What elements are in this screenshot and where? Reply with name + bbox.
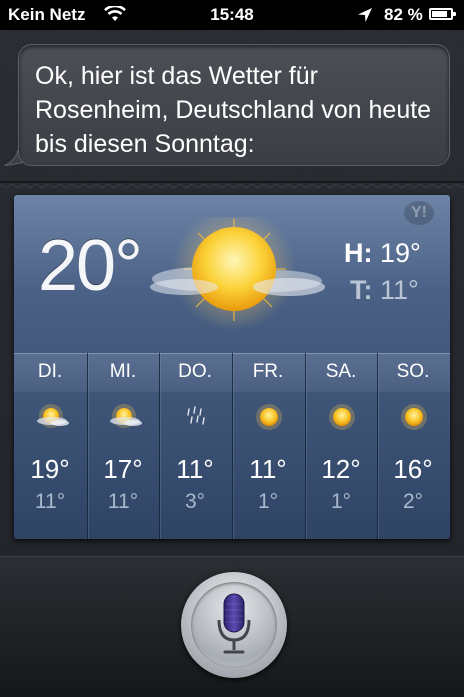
partly-cloudy-icon	[36, 403, 69, 431]
forecast-high-temp: 11°	[176, 454, 214, 484]
forecast-day: FR. 11° 1°	[232, 195, 304, 539]
forecast-low-temp: 1°	[257, 490, 279, 513]
forecast-low-temp: 1°	[330, 490, 352, 513]
siri-response-bubble: Ok, hier ist das Wetter für Rosenheim, D…	[18, 44, 450, 166]
forecast-low-temp: 11°	[107, 490, 139, 513]
forecast-day: DO. 11° 3°	[159, 195, 231, 539]
siri-response-text: Ok, hier ist das Wetter für Rosenheim, D…	[35, 62, 432, 158]
battery-icon	[429, 8, 456, 20]
forecast-day-label: DO.	[178, 361, 212, 382]
forecast-high-temp: 11°	[249, 454, 287, 484]
sun-icon	[254, 403, 284, 431]
forecast-high-temp: 16°	[393, 454, 433, 484]
forecast-day-label: SA.	[325, 361, 357, 382]
forecast-day: MI. 17° 11°	[87, 195, 159, 539]
forecast-low-temp: 3°	[184, 490, 206, 513]
rain-icon	[181, 403, 211, 431]
forecast-day-label: FR.	[252, 361, 284, 382]
weather-card[interactable]: Y! 20° H: 19° T: 11° DI. 19° 11° MI. 17°…	[14, 195, 450, 539]
forecast-high-temp: 17°	[103, 454, 143, 484]
microphone-icon	[217, 593, 251, 654]
forecast-low-temp: 2°	[402, 490, 424, 513]
forecast-day: SO. 16° 2°	[377, 195, 449, 539]
zigzag-divider	[0, 181, 464, 189]
forecast-day-label: DI.	[37, 361, 63, 382]
forecast-day-label: SO.	[396, 361, 430, 382]
partly-cloudy-icon	[109, 403, 142, 431]
battery-percent: 82 %	[384, 5, 423, 24]
forecast-low-temp: 11°	[34, 490, 66, 513]
location-arrow-icon	[357, 7, 373, 28]
forecast-day-label: MI.	[109, 361, 137, 382]
sun-icon	[399, 403, 429, 431]
forecast-high-temp: 19°	[30, 454, 70, 484]
forecast-day: DI. 19° 11°	[14, 195, 86, 539]
forecast-day: SA. 12° 1°	[305, 195, 377, 539]
sun-icon	[327, 403, 357, 431]
siri-mic-button[interactable]	[181, 572, 287, 678]
status-bar: Kein Netz 15:48 82 %	[0, 0, 464, 30]
forecast-high-temp: 12°	[321, 454, 361, 484]
